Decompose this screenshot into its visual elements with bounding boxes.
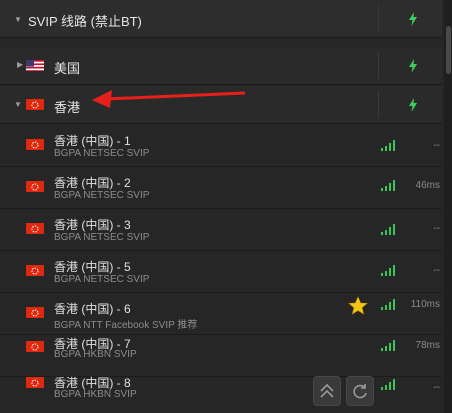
latency: -- xyxy=(433,265,440,276)
flag-hk-icon xyxy=(26,98,44,110)
divider xyxy=(378,5,379,32)
flag-hk-icon xyxy=(26,180,44,192)
flag-hk-icon xyxy=(26,222,44,234)
server-row[interactable]: 香港 (中国) - 8 BGPA HKBN SVIP -- xyxy=(0,370,442,413)
chevron-down-icon[interactable]: ▼ xyxy=(14,15,22,24)
group-svip[interactable]: ▼ SVIP 线路 (禁止BT) xyxy=(0,0,442,38)
server-provider: BGPA NETSEC SVIP xyxy=(54,148,150,159)
server-provider: BGPA NTT Facebook SVIP 推荐 xyxy=(54,320,198,331)
server-name: 香港 (中国) - 2 xyxy=(54,176,131,190)
server-row[interactable]: 香港 (中国) - 3 BGPA NETSEC SVIP -- xyxy=(0,209,442,251)
scroll-top-button[interactable] xyxy=(313,376,341,406)
latency: -- xyxy=(433,223,440,234)
group-us-label: 美国 xyxy=(54,61,81,76)
flag-hk-icon xyxy=(26,138,44,150)
server-row[interactable]: 香港 (中国) - 2 BGPA NETSEC SVIP 46ms xyxy=(0,167,442,209)
latency: 46ms xyxy=(415,180,440,191)
server-row[interactable]: 香港 (中国) - 1 BGPA NETSEC SVIP -- xyxy=(0,125,442,167)
divider xyxy=(378,91,379,118)
chevron-down-icon[interactable]: ▼ xyxy=(14,100,22,109)
refresh-button[interactable] xyxy=(346,376,374,406)
latency: 110ms xyxy=(410,299,440,310)
flag-hk-icon xyxy=(26,376,44,388)
chevron-right-icon[interactable]: ▶ xyxy=(17,60,23,69)
server-name: 香港 (中国) - 6 xyxy=(54,302,131,316)
scrollbar[interactable] xyxy=(444,0,452,413)
server-name: 香港 (中国) - 3 xyxy=(54,218,131,232)
server-provider: BGPA NETSEC SVIP xyxy=(54,274,150,285)
scroll-top-icon xyxy=(320,383,334,398)
server-provider: BGPA HKBN SVIP xyxy=(54,389,137,400)
flag-us-icon xyxy=(26,59,44,71)
refresh-icon xyxy=(353,384,367,399)
server-provider: BGPA NETSEC SVIP xyxy=(54,190,150,201)
group-hk[interactable]: ▼ 香港 xyxy=(0,86,442,124)
server-provider: BGPA HKBN SVIP xyxy=(54,349,137,360)
lightning-icon[interactable] xyxy=(408,98,418,112)
star-icon xyxy=(348,296,368,315)
server-row[interactable]: 香港 (中国) - 6 BGPA NTT Facebook SVIP 推荐 11… xyxy=(0,293,442,335)
group-hk-label: 香港 xyxy=(54,100,81,115)
server-row[interactable]: 香港 (中国) - 5 BGPA NETSEC SVIP -- xyxy=(0,251,442,293)
flag-hk-icon xyxy=(26,340,44,352)
flag-hk-icon xyxy=(26,306,44,318)
lightning-icon[interactable] xyxy=(408,59,418,73)
group-us[interactable]: ▶ 美国 xyxy=(0,48,442,85)
server-list-panel: ▼ SVIP 线路 (禁止BT) ▶ 美国 ▼ 香港 香港 (中国) - 1 B… xyxy=(0,0,452,413)
flag-hk-icon xyxy=(26,264,44,276)
group-svip-label: SVIP 线路 (禁止BT) xyxy=(28,14,142,29)
server-name: 香港 (中国) - 1 xyxy=(54,134,131,148)
server-name: 香港 (中国) - 5 xyxy=(54,260,131,274)
lightning-icon[interactable] xyxy=(408,12,418,26)
divider xyxy=(378,53,379,79)
latency: -- xyxy=(433,382,440,393)
scrollbar-thumb[interactable] xyxy=(446,26,451,74)
server-provider: BGPA NETSEC SVIP xyxy=(54,232,150,243)
latency: 78ms xyxy=(415,340,440,351)
latency: -- xyxy=(433,140,440,151)
